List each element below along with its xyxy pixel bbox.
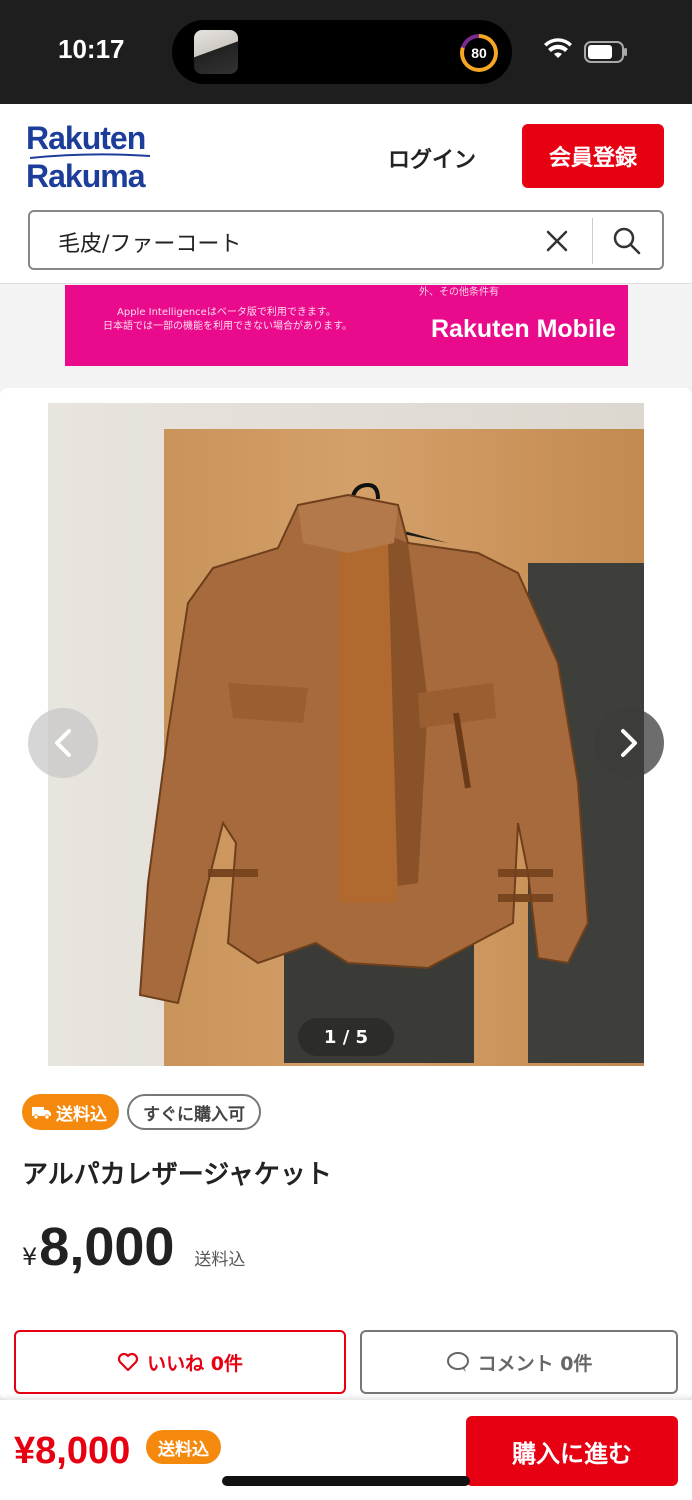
- product-price: ¥ 8,000 送料込: [22, 1216, 245, 1278]
- heart-icon: [117, 1352, 139, 1372]
- logo-text-rakuten: Rakuten: [26, 120, 146, 156]
- signup-button[interactable]: 会員登録: [522, 124, 664, 188]
- home-indicator[interactable]: [222, 1476, 470, 1486]
- price-shipping-note: 送料込: [194, 1250, 246, 1270]
- truck-icon: [32, 1107, 51, 1120]
- site-header: Rakuten Rakuma ログイン 会員登録 毛皮/ファーコート: [0, 104, 692, 284]
- chevron-left-icon: [55, 729, 71, 757]
- status-time: 10:17: [58, 34, 125, 64]
- now-playing-thumbnail: [194, 30, 238, 74]
- chevron-right-icon: [621, 729, 637, 757]
- bottom-purchase-bar: ¥8,000 送料込 購入に進む: [0, 1400, 692, 1500]
- like-label: いいね 0件: [147, 1352, 243, 1375]
- product-photo-jacket: [138, 482, 590, 1005]
- comment-button[interactable]: コメント 0件: [360, 1330, 678, 1394]
- ad-banner[interactable]: 外、その他条件有 Apple Intelligenceはベータ版で利用できます。…: [65, 285, 628, 366]
- battery-icon: [584, 41, 627, 63]
- shipping-included-tag: 送料込: [22, 1094, 119, 1130]
- product-card: 1 / 5 送料込 すぐに購入可 アルパカレザージャケット ¥ 8,000 送料…: [0, 388, 692, 1400]
- previous-image-button[interactable]: [28, 708, 98, 778]
- shipping-tag-label: 送料込: [56, 1104, 107, 1125]
- instant-purchase-tag: すぐに購入可: [127, 1094, 261, 1130]
- banner-text-line1: Apple Intelligenceはベータ版で利用できます。: [117, 307, 336, 318]
- banner-top-text: 外、その他条件有: [419, 287, 499, 298]
- search-bar[interactable]: 毛皮/ファーコート: [28, 210, 664, 270]
- comment-label: コメント 0件: [477, 1352, 593, 1375]
- wifi-icon: [544, 38, 572, 58]
- search-input[interactable]: 毛皮/ファーコート: [58, 226, 241, 258]
- dynamic-island[interactable]: 80: [172, 20, 512, 84]
- comment-bubble-icon: [446, 1352, 469, 1372]
- like-button[interactable]: いいね 0件: [14, 1330, 346, 1394]
- price-value: 8,000: [39, 1217, 175, 1277]
- next-image-button[interactable]: [594, 708, 664, 778]
- image-counter: 1 / 5: [298, 1018, 394, 1056]
- logo-text-rakuma: Rakuma: [26, 158, 145, 194]
- product-title: アルパカレザージャケット: [22, 1160, 332, 1190]
- clear-icon[interactable]: [544, 228, 570, 254]
- rakuten-rakuma-logo[interactable]: Rakuten Rakuma: [26, 120, 176, 200]
- product-tags: 送料込 すぐに購入可: [22, 1094, 261, 1130]
- login-link[interactable]: ログイン: [388, 142, 476, 174]
- activity-ring-icon: 80: [460, 34, 498, 72]
- buy-button[interactable]: 購入に進む: [466, 1416, 678, 1486]
- price-currency: ¥: [22, 1243, 38, 1271]
- banner-brand: Rakuten Mobile: [431, 315, 616, 343]
- activity-value: 80: [464, 38, 494, 68]
- search-icon[interactable]: [612, 226, 642, 256]
- bottom-price: ¥8,000: [14, 1430, 131, 1472]
- status-bar: 10:17 80: [0, 0, 692, 104]
- product-image-carousel[interactable]: [48, 403, 644, 1066]
- banner-text-line2: 日本語では一部の機能を利用できない場合があります。: [103, 321, 352, 332]
- search-divider: [592, 218, 593, 264]
- bottom-shipping-badge: 送料込: [146, 1430, 221, 1464]
